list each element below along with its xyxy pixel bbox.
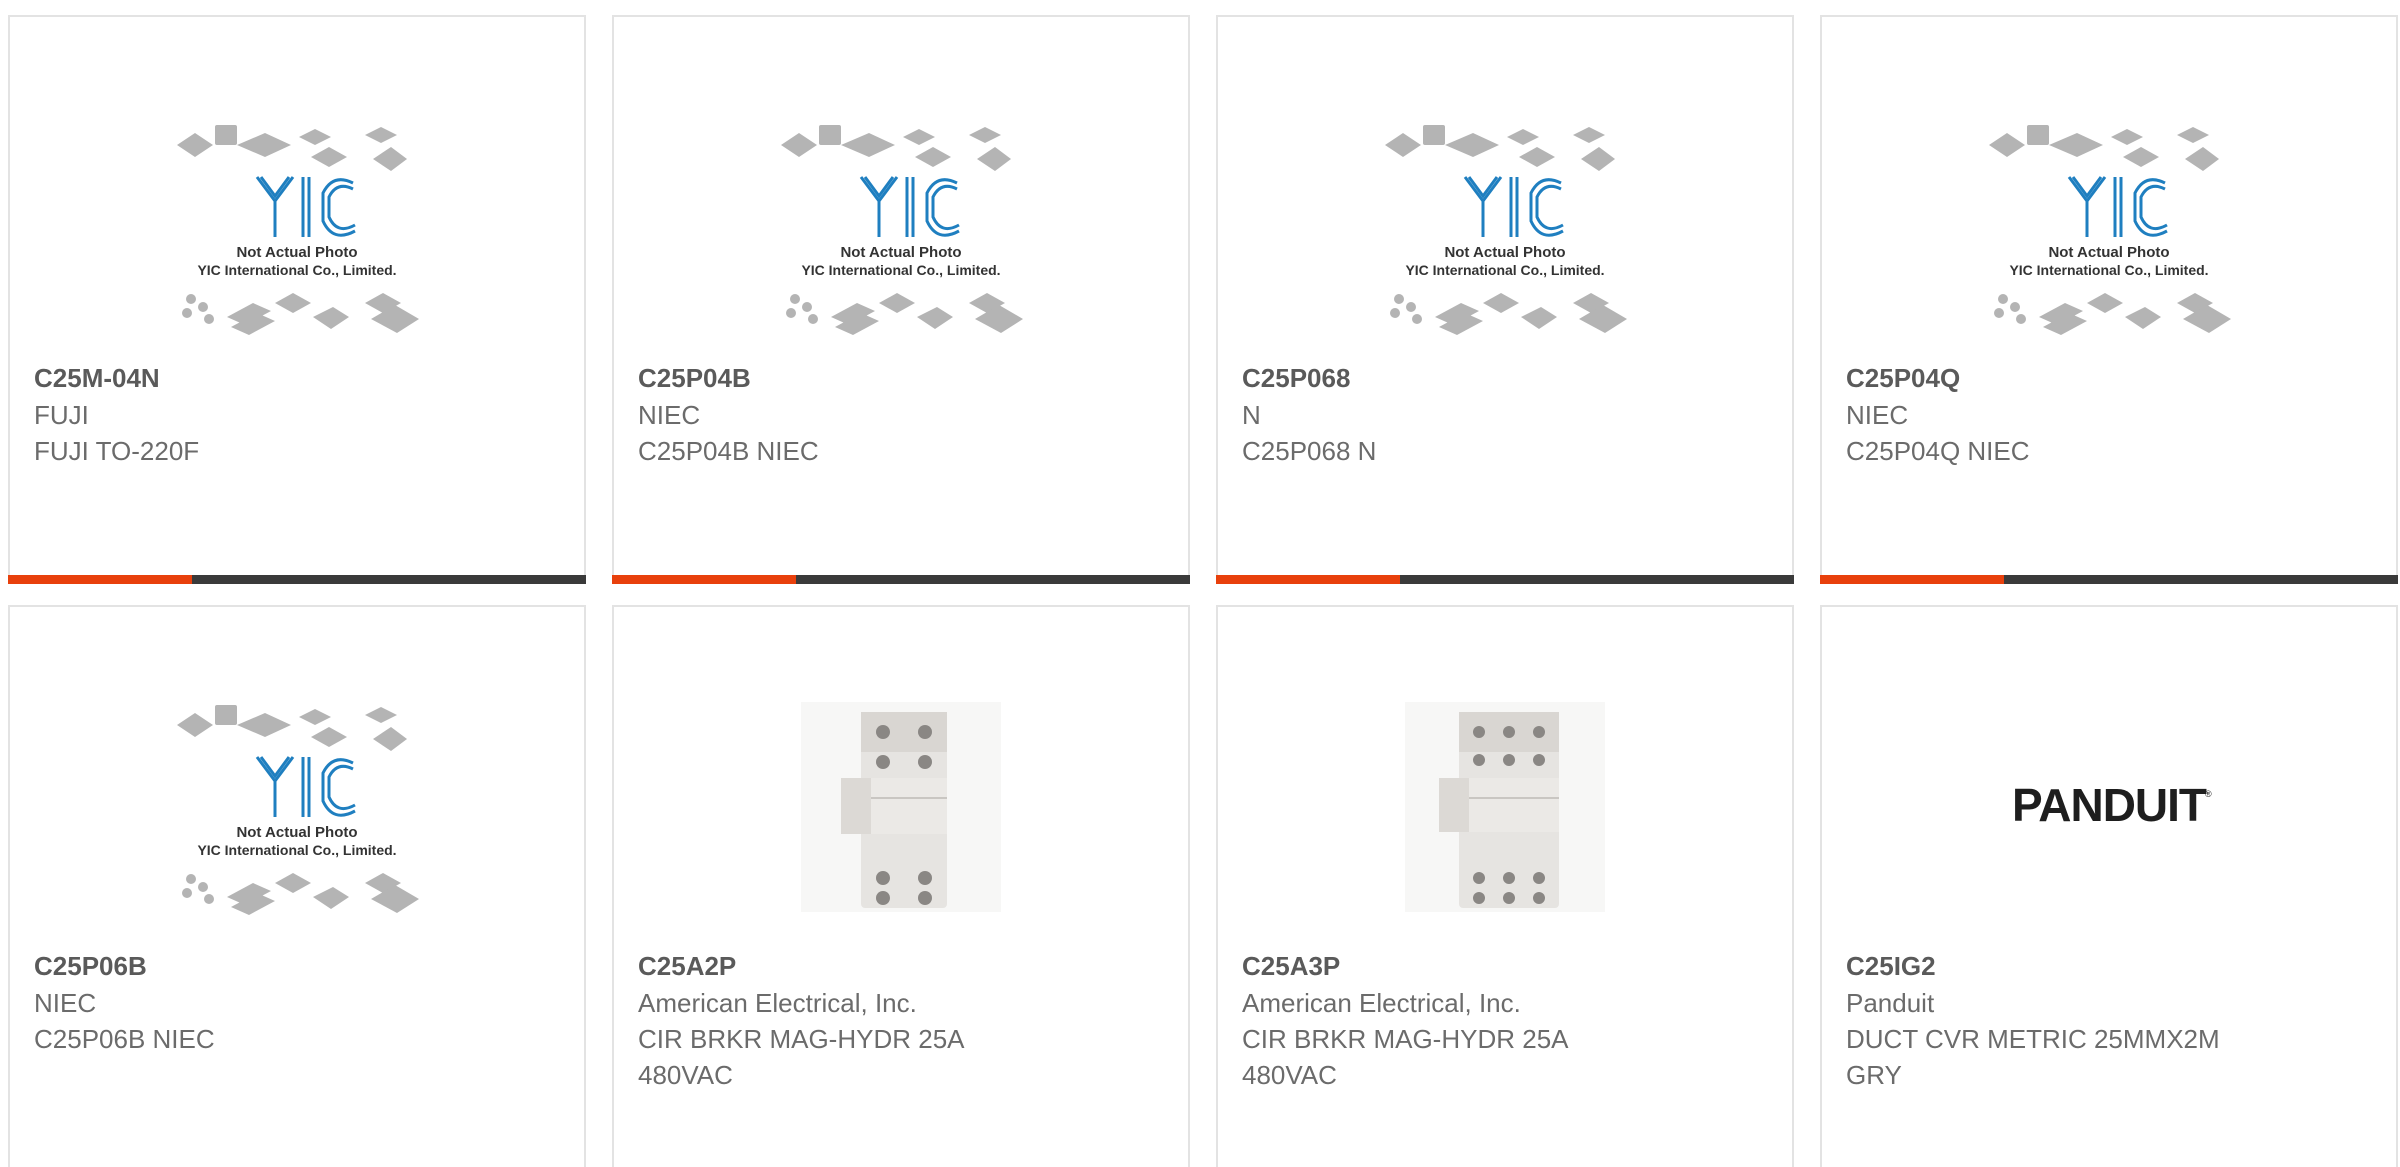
card-bottom-bar <box>1820 575 2398 584</box>
product-image[interactable]: Not Actual Photo YIC International Co., … <box>1218 97 1792 357</box>
description: CIR BRKR MAG-HYDR 25A <box>638 1024 965 1054</box>
card-accent-bar <box>612 575 796 584</box>
card-bottom-bar <box>8 575 586 584</box>
manufacturer: NIEC <box>34 988 97 1018</box>
manufacturer: N <box>1242 400 1261 430</box>
product-card[interactable]: PANDUIT ® C25IG2 Panduit DUCT CVR METRIC… <box>1820 605 2398 1167</box>
description: DUCT CVR METRIC 25MMX2M <box>1846 1024 2220 1054</box>
product-card[interactable]: Not Actual Photo YIC International Co., … <box>612 15 1190 584</box>
product-grid: Not Actual Photo YIC International Co., … <box>0 0 2400 1167</box>
photo-note-text: Not Actual Photo <box>236 824 357 841</box>
product-image[interactable] <box>1218 677 1792 937</box>
product-card[interactable]: Not Actual Photo YIC International Co., … <box>1820 15 2398 584</box>
yic-placeholder-image: Not Actual Photo YIC International Co., … <box>177 125 419 335</box>
photo-company-text: YIC International Co., Limited. <box>1405 262 1604 278</box>
yic-placeholder-image: Not Actual Photo YIC International Co., … <box>1989 125 2231 335</box>
product-info: C25A2P American Electrical, Inc. CIR BRK… <box>638 949 1168 1093</box>
card-accent-bar <box>1820 575 2004 584</box>
photo-company-text: YIC International Co., Limited. <box>801 262 1000 278</box>
product-info: C25M-04N FUJI FUJI TO-220F <box>34 361 564 469</box>
card-bottom-bar <box>612 575 1190 584</box>
product-info: C25P04Q NIEC C25P04Q NIEC <box>1846 361 2376 469</box>
description-line-2: 480VAC <box>638 1060 733 1090</box>
product-image[interactable]: Not Actual Photo YIC International Co., … <box>10 677 584 937</box>
product-info: C25A3P American Electrical, Inc. CIR BRK… <box>1242 949 1772 1093</box>
product-image[interactable]: PANDUIT ® <box>1822 677 2396 937</box>
description-line-2: GRY <box>1846 1060 1902 1090</box>
card-accent-bar <box>8 575 192 584</box>
panduit-logo-text: PANDUIT <box>2012 779 2207 831</box>
panduit-logo-image: PANDUIT ® <box>2012 779 2212 831</box>
manufacturer: American Electrical, Inc. <box>638 988 917 1018</box>
product-info: C25P04B NIEC C25P04B NIEC <box>638 361 1168 469</box>
card-bottom-bar <box>1216 575 1794 584</box>
part-number[interactable]: C25IG2 <box>1846 949 2376 983</box>
manufacturer: Panduit <box>1846 988 1935 1018</box>
description: C25P04B NIEC <box>638 436 819 466</box>
manufacturer: FUJI <box>34 400 89 430</box>
product-card[interactable]: Not Actual Photo YIC International Co., … <box>8 605 586 1167</box>
part-number[interactable]: C25P068 <box>1242 361 1772 395</box>
description: CIR BRKR MAG-HYDR 25A <box>1242 1024 1569 1054</box>
product-card[interactable]: Not Actual Photo YIC International Co., … <box>8 15 586 584</box>
photo-company-text: YIC International Co., Limited. <box>197 842 396 858</box>
manufacturer: NIEC <box>638 400 701 430</box>
circuit-breaker-2pole-image <box>801 702 1001 912</box>
yic-placeholder-image: Not Actual Photo YIC International Co., … <box>177 705 419 915</box>
photo-note-text: Not Actual Photo <box>840 244 961 261</box>
description-line-2: 480VAC <box>1242 1060 1337 1090</box>
photo-company-text: YIC International Co., Limited. <box>2009 262 2208 278</box>
circuit-breaker-3pole-image <box>1405 702 1605 912</box>
description: C25P06B NIEC <box>34 1024 215 1054</box>
svg-text:®: ® <box>2205 789 2212 799</box>
product-image[interactable]: Not Actual Photo YIC International Co., … <box>614 97 1188 357</box>
manufacturer: NIEC <box>1846 400 1909 430</box>
description: FUJI TO-220F <box>34 436 200 466</box>
product-image[interactable] <box>614 677 1188 937</box>
part-number[interactable]: C25P04B <box>638 361 1168 395</box>
product-card[interactable]: Not Actual Photo YIC International Co., … <box>1216 15 1794 584</box>
description: C25P04Q NIEC <box>1846 436 2030 466</box>
product-info: C25P068 N C25P068 N <box>1242 361 1772 469</box>
product-image[interactable]: Not Actual Photo YIC International Co., … <box>1822 97 2396 357</box>
photo-note-text: Not Actual Photo <box>236 244 357 261</box>
product-card[interactable]: C25A3P American Electrical, Inc. CIR BRK… <box>1216 605 1794 1167</box>
product-card[interactable]: C25A2P American Electrical, Inc. CIR BRK… <box>612 605 1190 1167</box>
part-number[interactable]: C25A3P <box>1242 949 1772 983</box>
photo-company-text: YIC International Co., Limited. <box>197 262 396 278</box>
yic-placeholder-image: Not Actual Photo YIC International Co., … <box>781 125 1023 335</box>
yic-placeholder-image: Not Actual Photo YIC International Co., … <box>1385 125 1627 335</box>
product-image[interactable]: Not Actual Photo YIC International Co., … <box>10 97 584 357</box>
product-info: C25IG2 Panduit DUCT CVR METRIC 25MMX2M G… <box>1846 949 2376 1093</box>
product-info: C25P06B NIEC C25P06B NIEC <box>34 949 564 1057</box>
description: C25P068 N <box>1242 436 1377 466</box>
card-accent-bar <box>1216 575 1400 584</box>
part-number[interactable]: C25P06B <box>34 949 564 983</box>
part-number[interactable]: C25A2P <box>638 949 1168 983</box>
photo-note-text: Not Actual Photo <box>2048 244 2169 261</box>
part-number[interactable]: C25M-04N <box>34 361 564 395</box>
manufacturer: American Electrical, Inc. <box>1242 988 1521 1018</box>
photo-note-text: Not Actual Photo <box>1444 244 1565 261</box>
part-number[interactable]: C25P04Q <box>1846 361 2376 395</box>
